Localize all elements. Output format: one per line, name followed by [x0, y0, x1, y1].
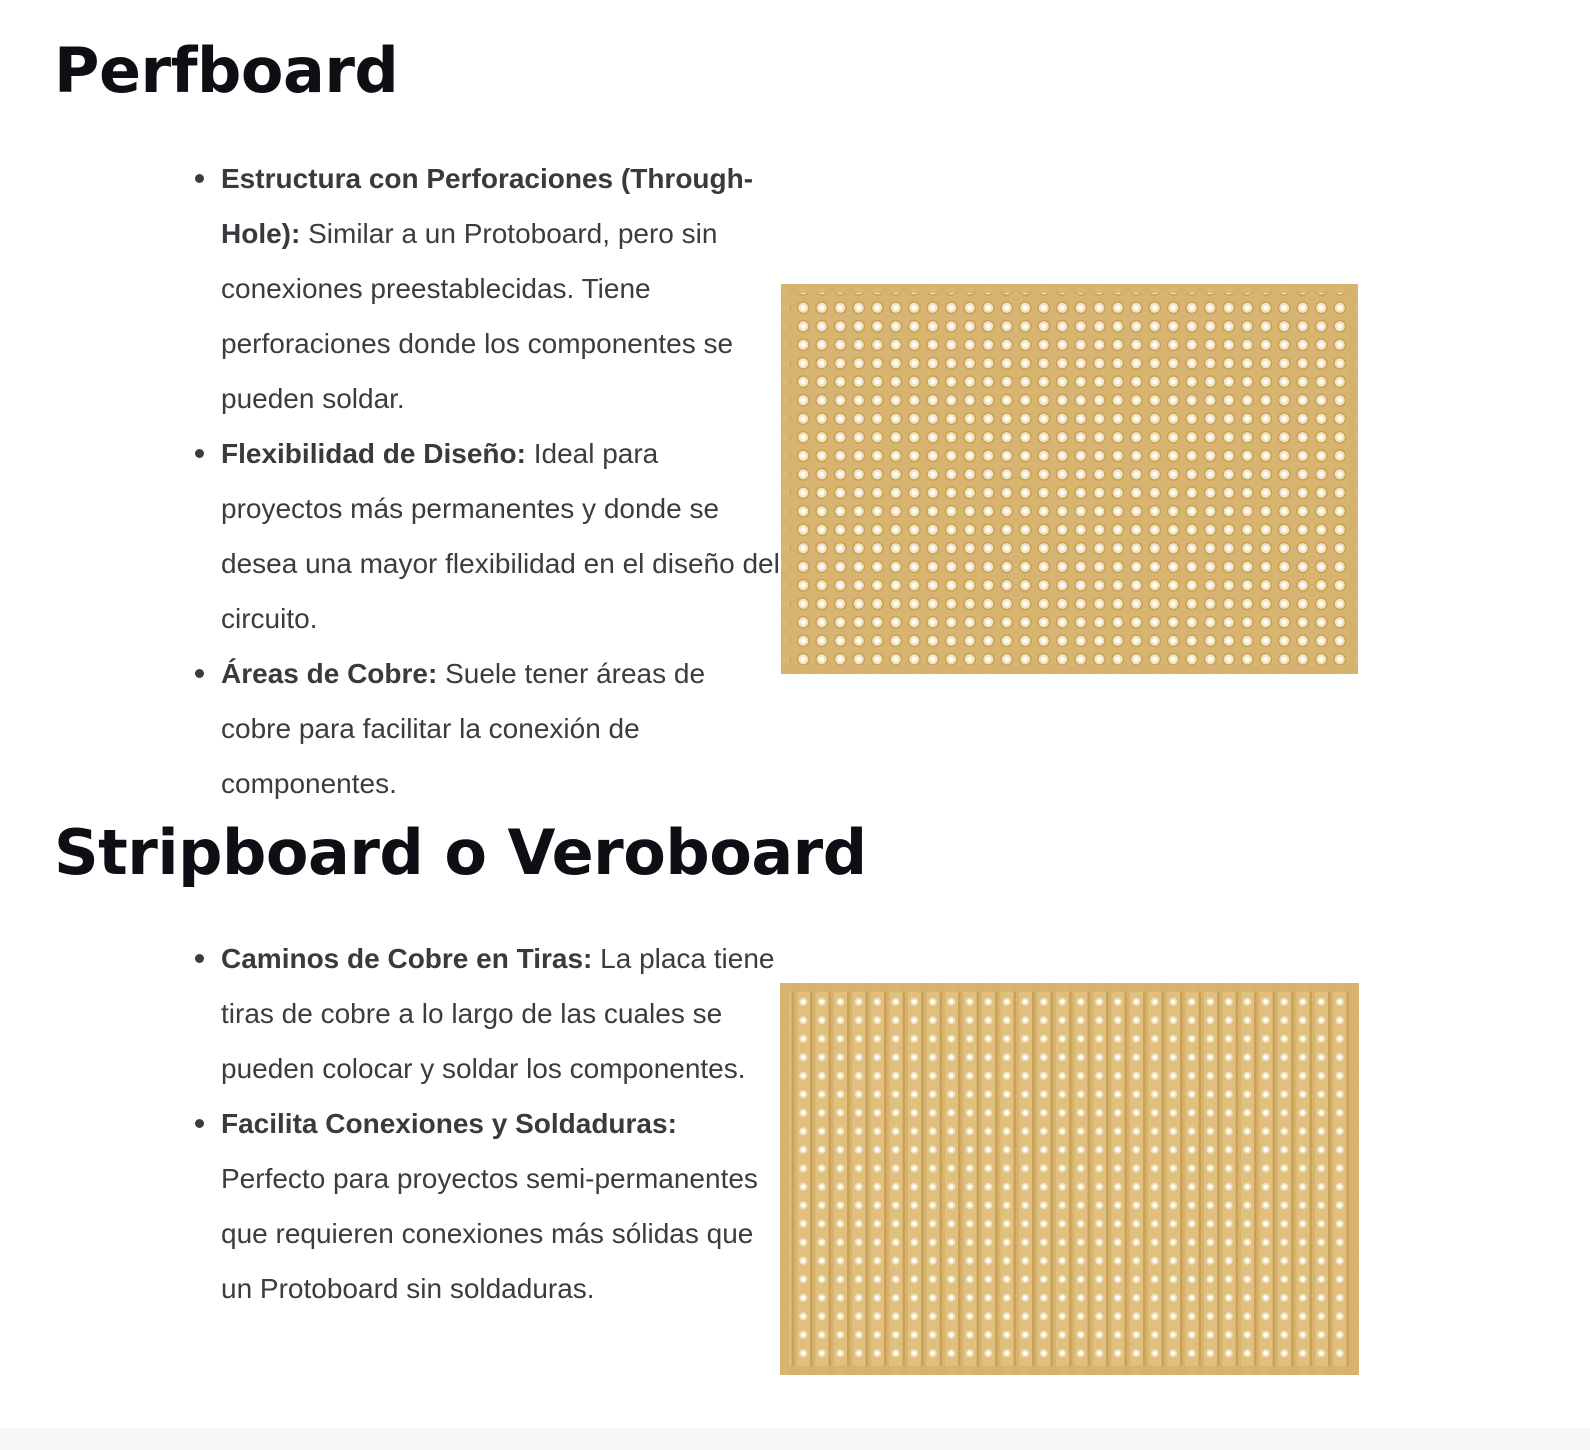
bullet-icon — [195, 449, 204, 458]
list-item: Facilita Conexiones y Soldaduras: Perfec… — [195, 1096, 780, 1316]
list-item: Flexibilidad de Diseño: Ideal para proye… — [195, 426, 780, 646]
list-item: Estructura con Perforaciones (Through-Ho… — [195, 151, 780, 426]
list-item: Caminos de Cobre en Tiras: La placa tien… — [195, 931, 780, 1096]
perfboard-feature-list: Estructura con Perforaciones (Through-Ho… — [195, 151, 780, 811]
bullet-icon — [195, 174, 204, 183]
feature-description: Perfecto para proyectos semi-permanentes… — [221, 1163, 758, 1304]
feature-term: Facilita Conexiones y Soldaduras: — [221, 1108, 677, 1139]
feature-term: Flexibilidad de Diseño: — [221, 438, 526, 469]
stripboard-feature-list: Caminos de Cobre en Tiras: La placa tien… — [195, 931, 780, 1316]
feature-term: Áreas de Cobre: — [221, 658, 438, 689]
page-bottom-edge — [0, 1428, 1590, 1450]
board-edge — [780, 983, 1359, 1375]
feature-term: Caminos de Cobre en Tiras: — [221, 943, 593, 974]
perfboard-image — [781, 284, 1358, 674]
bullet-icon — [195, 954, 204, 963]
section-title-perfboard: Perfboard — [54, 34, 399, 107]
section-title-stripboard: Stripboard o Veroboard — [54, 816, 867, 889]
bullet-icon — [195, 669, 204, 678]
stripboard-image — [780, 983, 1359, 1375]
board-edge — [781, 284, 1358, 674]
list-item: Áreas de Cobre: Suele tener áreas de cob… — [195, 646, 780, 811]
bullet-icon — [195, 1119, 204, 1128]
